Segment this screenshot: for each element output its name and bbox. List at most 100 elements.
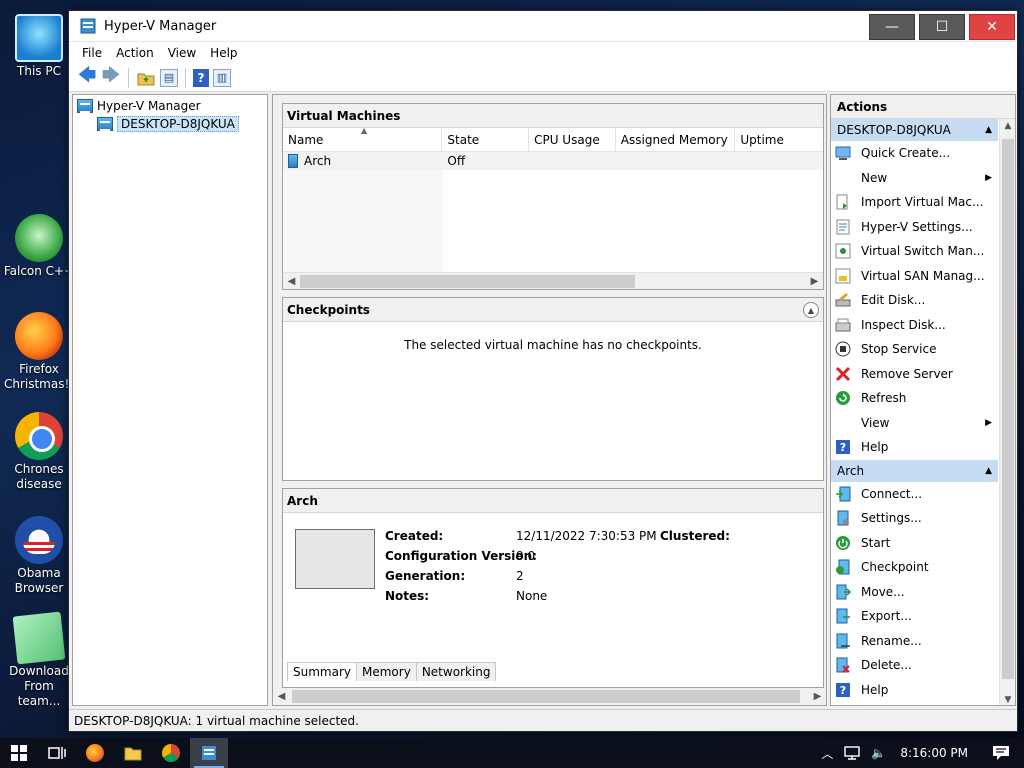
- help-icon[interactable]: ?: [193, 68, 209, 87]
- action-item[interactable]: ? Help: [831, 435, 998, 460]
- action-item-label: Connect...: [861, 486, 923, 501]
- taskbar-chrome[interactable]: [152, 738, 190, 768]
- menu-help[interactable]: Help: [203, 46, 244, 60]
- taskbar-file-explorer[interactable]: [114, 738, 152, 768]
- scroll-thumb[interactable]: [1002, 139, 1014, 679]
- column-header-cpu[interactable]: CPU Usage: [529, 128, 616, 151]
- desktop-icon-download[interactable]: Download From team...: [2, 611, 76, 709]
- action-item[interactable]: Export...: [831, 604, 998, 629]
- action-item-label: Refresh: [861, 391, 907, 406]
- tab-memory[interactable]: Memory: [356, 662, 417, 681]
- tab-summary[interactable]: Summary: [287, 662, 357, 681]
- scroll-left-icon[interactable]: ◀: [283, 276, 300, 287]
- menu-view[interactable]: View: [161, 46, 203, 60]
- vm-horizontal-scrollbar[interactable]: ◀ ▶: [283, 272, 823, 289]
- actions-pane: Actions DESKTOP-D8JQKUA ▲ Quick Create... N…: [830, 94, 1016, 706]
- maximize-button[interactable]: ☐: [919, 13, 965, 40]
- action-item[interactable]: Import Virtual Mac...: [831, 190, 998, 215]
- action-item[interactable]: Rename...: [831, 629, 998, 654]
- action-item[interactable]: Stop Service: [831, 337, 998, 362]
- svg-text:?: ?: [840, 441, 846, 454]
- export-icon: [835, 608, 851, 624]
- actions-group-header[interactable]: Arch ▲: [831, 459, 998, 482]
- scroll-left-icon[interactable]: ◀: [273, 691, 290, 702]
- desktop-icon-label: Obama Browser: [14, 566, 64, 595]
- scroll-thumb[interactable]: [300, 274, 635, 288]
- action-item[interactable]: Settings...: [831, 506, 998, 531]
- hyperv-window: Hyper-V Manager — ☐ ✕ File Action View H…: [68, 10, 1018, 732]
- actions-group-header[interactable]: DESKTOP-D8JQKUA ▲: [831, 119, 998, 141]
- show-hide-tree-icon[interactable]: ▤: [160, 68, 178, 87]
- taskbar-hyperv[interactable]: [190, 738, 228, 768]
- action-item-label: Checkpoint: [861, 560, 929, 575]
- volume-icon[interactable]: 🔈: [871, 746, 886, 760]
- column-header-uptime[interactable]: Uptime: [735, 128, 823, 151]
- clock[interactable]: 8:16:00 PM: [900, 746, 968, 760]
- forward-arrow-icon[interactable]: 🡆: [101, 65, 121, 88]
- table-row[interactable]: Arch Off: [283, 152, 823, 170]
- action-item[interactable]: Hyper-V Settings...: [831, 215, 998, 240]
- desktop-icon-label: Chrones disease: [14, 462, 64, 491]
- scroll-right-icon[interactable]: ▶: [806, 276, 823, 287]
- menu-action[interactable]: Action: [109, 46, 161, 60]
- close-button[interactable]: ✕: [969, 13, 1015, 40]
- scroll-thumb[interactable]: [292, 690, 800, 703]
- desktop-icon-falcon[interactable]: Falcon C++: [2, 214, 76, 279]
- minimize-button[interactable]: —: [869, 13, 915, 40]
- action-item[interactable]: ? Help: [831, 678, 998, 703]
- column-header-memory[interactable]: Assigned Memory: [616, 128, 736, 151]
- scroll-up-icon[interactable]: ▲: [1000, 121, 1015, 131]
- action-item[interactable]: Connect...: [831, 482, 998, 507]
- action-item[interactable]: Checkpoint: [831, 555, 998, 580]
- network-icon[interactable]: [843, 746, 861, 760]
- menu-file[interactable]: File: [75, 46, 109, 60]
- scroll-down-icon[interactable]: ▼: [1000, 695, 1015, 705]
- collapse-caret-icon[interactable]: ▲: [985, 466, 992, 476]
- up-folder-icon[interactable]: [136, 68, 156, 88]
- actions-group-label: Arch: [837, 463, 865, 478]
- center-horizontal-scrollbar[interactable]: ◀ ▶: [273, 688, 826, 705]
- scroll-right-icon[interactable]: ▶: [809, 691, 826, 702]
- svg-text:?: ?: [840, 684, 846, 697]
- action-item[interactable]: Virtual SAN Manag...: [831, 264, 998, 289]
- collapse-caret-icon[interactable]: ▲: [985, 125, 992, 135]
- action-item[interactable]: Move...: [831, 580, 998, 605]
- action-item[interactable]: Virtual Switch Man...: [831, 239, 998, 264]
- taskbar-firefox[interactable]: [76, 738, 114, 768]
- action-item[interactable]: Delete...: [831, 653, 998, 678]
- firefox-icon: [15, 312, 63, 360]
- show-hide-action-pane-icon[interactable]: ▥: [213, 68, 231, 87]
- action-item[interactable]: Edit Disk...: [831, 288, 998, 313]
- notifications-icon[interactable]: [992, 745, 1010, 761]
- windows-logo-icon: [11, 745, 27, 761]
- actions-vertical-scrollbar[interactable]: ▲ ▼: [999, 119, 1015, 705]
- action-item[interactable]: New ▶: [831, 166, 998, 191]
- tree-item-host[interactable]: DESKTOP-D8JQKUA: [97, 115, 267, 133]
- action-item-label: Help: [861, 682, 889, 697]
- checkpoint-icon: [835, 559, 851, 575]
- title-bar[interactable]: Hyper-V Manager — ☐ ✕: [69, 11, 1017, 42]
- action-item-label: Virtual Switch Man...: [861, 244, 985, 259]
- desktop-icon-chrome[interactable]: Chrones disease: [2, 412, 76, 492]
- desktop-icon-this-pc[interactable]: This PC: [2, 14, 76, 79]
- back-arrow-icon[interactable]: 🡄: [77, 65, 97, 88]
- task-view-button[interactable]: [38, 738, 76, 768]
- collapse-icon[interactable]: ▲: [803, 302, 819, 318]
- start-button[interactable]: [0, 738, 38, 768]
- tab-networking[interactable]: Networking: [415, 662, 497, 681]
- chevron-up-icon[interactable]: ︿: [821, 745, 833, 762]
- tree-item-root[interactable]: Hyper-V Manager: [77, 97, 267, 115]
- cell-name: Arch: [283, 154, 442, 168]
- action-item[interactable]: Quick Create...: [831, 141, 998, 166]
- column-header-state[interactable]: State: [442, 128, 530, 151]
- desktop-icon-firefox[interactable]: Firefox Christmas!!: [2, 312, 76, 392]
- inspect-disk-icon: [835, 317, 851, 333]
- action-item[interactable]: Refresh: [831, 386, 998, 411]
- action-item[interactable]: View ▶: [831, 411, 998, 436]
- action-item[interactable]: Start: [831, 531, 998, 556]
- action-item[interactable]: Inspect Disk...: [831, 313, 998, 338]
- desktop-icon-obama-browser[interactable]: Obama Browser: [2, 516, 76, 596]
- desktop-icon-label: This PC: [17, 64, 61, 78]
- checkpoints-panel: Checkpoints ▲ The selected virtual machi…: [282, 297, 824, 481]
- action-item[interactable]: Remove Server: [831, 362, 998, 387]
